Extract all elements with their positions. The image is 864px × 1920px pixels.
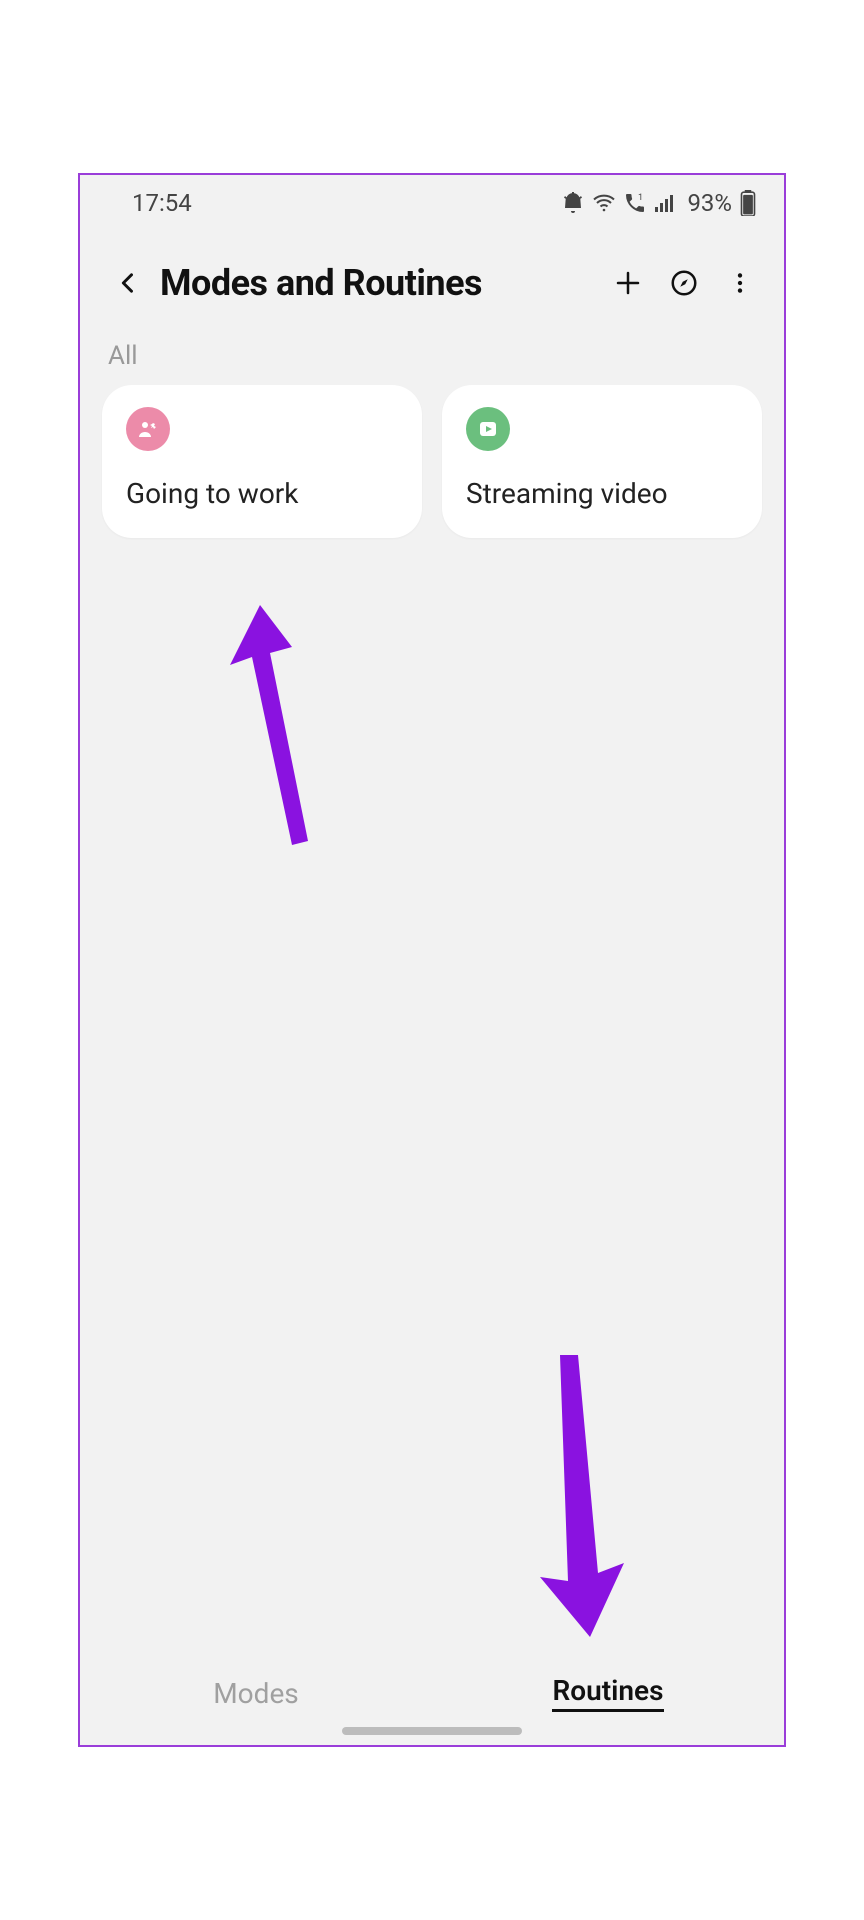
plus-icon <box>613 268 643 298</box>
screen-frame: 17:54 1 93% Modes and Routines <box>78 173 786 1747</box>
discover-button[interactable] <box>660 259 708 307</box>
tab-label: Modes <box>213 1677 299 1710</box>
streaming-video-icon <box>466 407 510 451</box>
call-icon: 1 <box>623 191 647 215</box>
routine-cards: Going to work Streaming video <box>80 385 784 538</box>
section-label: All <box>80 335 784 385</box>
annotation-arrow-top <box>220 595 340 855</box>
chevron-left-icon <box>114 269 142 297</box>
routine-card-title: Streaming video <box>466 477 738 510</box>
alarm-icon <box>561 191 585 215</box>
battery-icon <box>740 190 756 216</box>
wifi-icon <box>591 191 617 215</box>
routine-card-title: Going to work <box>126 477 398 510</box>
gesture-bar <box>342 1727 522 1735</box>
more-vertical-icon <box>727 270 753 296</box>
page-title: Modes and Routines <box>160 262 596 304</box>
status-bar: 17:54 1 93% <box>80 175 784 231</box>
svg-text:1: 1 <box>638 193 643 203</box>
battery-percent: 93% <box>687 189 732 217</box>
going-to-work-icon <box>126 407 170 451</box>
status-icons: 1 93% <box>561 189 756 217</box>
annotation-arrow-bottom <box>520 1345 650 1645</box>
routine-card-going-to-work[interactable]: Going to work <box>102 385 422 538</box>
compass-icon <box>669 268 699 298</box>
more-button[interactable] <box>716 259 764 307</box>
status-time: 17:54 <box>132 189 192 217</box>
tab-label: Routines <box>552 1674 663 1712</box>
add-button[interactable] <box>604 259 652 307</box>
routine-card-streaming-video[interactable]: Streaming video <box>442 385 762 538</box>
signal-icon <box>653 191 677 215</box>
app-header: Modes and Routines <box>80 231 784 335</box>
back-button[interactable] <box>104 259 152 307</box>
header-actions <box>604 259 764 307</box>
